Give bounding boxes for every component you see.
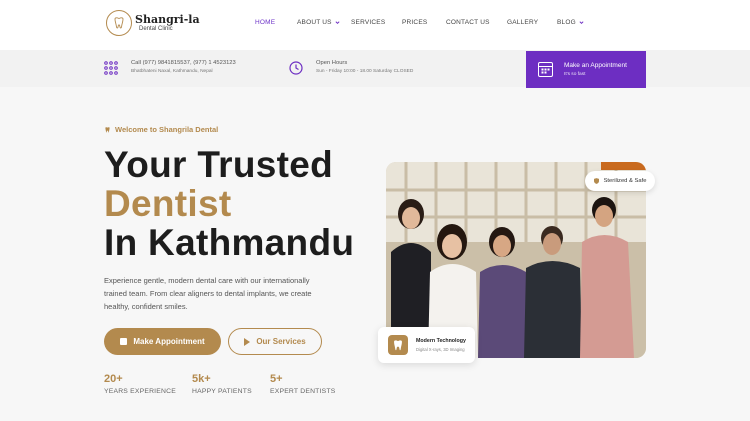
clinic-logo[interactable]: Shangri-la Dental Clinic	[106, 10, 200, 36]
nav-item-gallery[interactable]: GALLERY	[507, 19, 538, 26]
hero-title-line-1: Your Trusted	[104, 144, 334, 185]
modern-technology-title: Modern Technology	[416, 338, 466, 344]
our-services-button[interactable]: Our Services	[228, 328, 322, 355]
nav-item-label: HOME	[255, 19, 276, 26]
nav-item-about-us[interactable]: ABOUT US	[297, 19, 340, 26]
calendar-icon	[538, 62, 553, 77]
nav-item-label: GALLERY	[507, 19, 539, 26]
play-icon	[244, 337, 251, 346]
nav-item-prices[interactable]: PRICES	[402, 19, 427, 26]
brand-name: Shangri-la	[135, 13, 200, 26]
hero-title-line-3: In Kathmandu	[104, 222, 355, 263]
contact-info: Call (977) 9841815537, (977) 1 4523123 B…	[104, 60, 236, 75]
nav-item-label: ABOUT US	[297, 19, 332, 26]
hero-title-line-2: Dentist	[104, 183, 232, 224]
open-hours-schedule: Sun - Friday 10:00 - 18.00 Saturday CLOS…	[316, 68, 414, 74]
nav-item-label: PRICES	[402, 19, 428, 26]
nav-item-home[interactable]: HOME	[255, 19, 275, 26]
nav-item-label: SERVICES	[351, 19, 386, 26]
sterilized-safe-badge: Sterilized & Safe	[585, 171, 655, 191]
tooth-icon	[105, 126, 110, 133]
tooth-icon	[388, 335, 408, 355]
stat-expert-dentists: 5+ EXPERT DENTISTS	[270, 373, 336, 396]
contact-address: Bhatbhateni Naxal, Kathmandu, Nepal	[131, 68, 213, 74]
make-appointment-banner-button[interactable]: Make an Appointment It's so fast	[526, 51, 646, 88]
hero-description: Experience gentle, modern dental care wi…	[104, 276, 312, 311]
tooth-logo-icon	[106, 10, 132, 36]
stat-value: 5k+	[192, 373, 211, 385]
nav-item-services[interactable]: SERVICES	[351, 19, 385, 26]
sterilized-safe-text: Sterilized & Safe	[603, 178, 647, 184]
brand-subtitle: Dental Clinic	[139, 26, 173, 32]
appointment-banner-title: Make an Appointment	[564, 62, 627, 70]
modern-technology-subtitle: Digital X-rays, 3D Imaging	[416, 347, 465, 352]
hero-eyebrow: Welcome to Shangrila Dental	[105, 125, 218, 134]
shield-icon	[593, 178, 599, 184]
stat-years-experience: 20+ YEARS EXPERIENCE	[104, 373, 176, 396]
contact-phone[interactable]: Call (977) 9841815537, (977) 1 4523123	[131, 60, 236, 67]
make-appointment-label: Make Appointment	[133, 337, 205, 346]
stat-value: 20+	[104, 373, 123, 385]
chevron-down-icon	[335, 21, 340, 25]
nav-item-blog[interactable]: BLOG	[557, 19, 584, 26]
chevron-down-icon	[579, 21, 584, 25]
make-appointment-button[interactable]: Make Appointment	[104, 328, 221, 355]
stat-value: 5+	[270, 373, 283, 385]
nav-item-label: BLOG	[557, 19, 576, 26]
stat-label: YEARS EXPERIENCE	[104, 388, 176, 395]
top-navigation-bar: Shangri-la Dental Clinic HOME ABOUT US S…	[0, 0, 750, 50]
dots-grid-icon	[104, 61, 118, 75]
nav-item-label: CONTACT US	[446, 19, 490, 26]
our-services-label: Our Services	[256, 337, 306, 346]
open-hours-title: Open Hours	[316, 60, 348, 66]
stat-happy-patients: 5k+ HAPPY PATIENTS	[192, 373, 252, 396]
modern-technology-card: Modern Technology Digital X-rays, 3D Ima…	[378, 327, 475, 363]
open-hours-info: Open Hours Sun - Friday 10:00 - 18.00 Sa…	[289, 60, 413, 75]
hero-eyebrow-text: Welcome to Shangrila Dental	[115, 125, 219, 134]
stat-label: EXPERT DENTISTS	[270, 388, 336, 395]
appointment-banner-subtitle: It's so fast	[564, 71, 586, 77]
clock-icon	[289, 61, 303, 75]
nav-item-contact-us[interactable]: CONTACT US	[446, 19, 490, 26]
calendar-icon	[120, 338, 128, 345]
stat-label: HAPPY PATIENTS	[192, 388, 252, 395]
